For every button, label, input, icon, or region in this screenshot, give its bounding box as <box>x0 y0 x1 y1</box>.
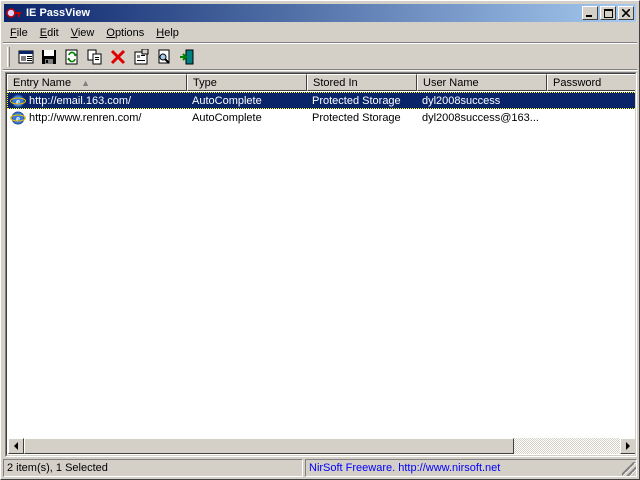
scroll-track[interactable] <box>24 438 620 454</box>
delete-button[interactable] <box>106 46 129 68</box>
copy-icon <box>87 49 101 65</box>
app-window: IE PassView File Edit View Options Help <box>0 0 640 480</box>
menu-separator <box>3 42 637 44</box>
save-button[interactable] <box>37 46 60 68</box>
menu-file[interactable]: File <box>4 24 34 42</box>
properties-button[interactable] <box>129 46 152 68</box>
toolbar-grip[interactable] <box>7 47 10 67</box>
column-header-password[interactable]: Password <box>547 74 635 91</box>
nirsoft-link[interactable]: NirSoft Freeware. http://www.nirsoft.net <box>305 459 637 477</box>
scroll-thumb[interactable] <box>24 438 514 454</box>
password-list[interactable]: Entry Name ▲ Type Stored In User Name Pa… <box>5 72 637 457</box>
arrow-left-icon <box>14 442 18 450</box>
menu-bar: File Edit View Options Help <box>4 24 185 42</box>
user-name-cell: dyl2008success@163... <box>422 111 539 124</box>
list-rows: e http://email.163.com/ AutoComplete Pro… <box>7 92 635 126</box>
refresh-button[interactable] <box>60 46 83 68</box>
minimize-button[interactable] <box>582 6 598 20</box>
user-name-cell: dyl2008success <box>422 94 501 107</box>
item-count-status: 2 item(s), 1 Selected <box>3 459 303 477</box>
resize-grip[interactable] <box>622 462 636 476</box>
menu-edit[interactable]: Edit <box>34 24 65 42</box>
exit-icon <box>179 49 193 65</box>
entry-name-cell: http://www.renren.com/ <box>29 111 142 124</box>
column-header-stored-in[interactable]: Stored In <box>307 74 417 91</box>
exit-button[interactable] <box>175 46 198 68</box>
table-row[interactable]: e http://www.renren.com/ AutoComplete Pr… <box>7 109 635 126</box>
properties-icon <box>134 49 148 65</box>
type-cell: AutoComplete <box>192 111 262 124</box>
list-header: Entry Name ▲ Type Stored In User Name Pa… <box>7 74 635 91</box>
window-title: IE PassView <box>26 7 91 19</box>
close-button[interactable] <box>618 6 634 20</box>
column-header-entry-name[interactable]: Entry Name ▲ <box>7 74 187 91</box>
toolbar-separator <box>3 69 637 71</box>
menu-help[interactable]: Help <box>150 24 185 42</box>
html-report-button[interactable] <box>14 46 37 68</box>
type-cell: AutoComplete <box>192 94 262 107</box>
scroll-left-button[interactable] <box>8 438 24 454</box>
title-bar[interactable]: IE PassView <box>4 4 636 22</box>
menu-options[interactable]: Options <box>100 24 150 42</box>
column-header-type[interactable]: Type <box>187 74 307 91</box>
table-row[interactable]: e http://email.163.com/ AutoComplete Pro… <box>7 92 635 109</box>
scroll-right-button[interactable] <box>620 438 635 454</box>
stored-in-cell: Protected Storage <box>312 111 401 124</box>
arrow-right-icon <box>626 442 630 450</box>
horizontal-scrollbar[interactable] <box>8 438 635 454</box>
maximize-button[interactable] <box>600 6 616 20</box>
sort-ascending-icon: ▲ <box>81 77 90 88</box>
find-button[interactable] <box>152 46 175 68</box>
column-header-user-name[interactable]: User Name <box>417 74 547 91</box>
copy-button[interactable] <box>83 46 106 68</box>
save-icon <box>41 50 56 64</box>
refresh-icon <box>65 49 77 65</box>
delete-icon <box>110 49 125 65</box>
stored-in-cell: Protected Storage <box>312 94 401 107</box>
ie-page-icon: e <box>10 94 26 107</box>
menu-view[interactable]: View <box>65 24 101 42</box>
toolbar <box>5 45 198 69</box>
status-bar: 2 item(s), 1 Selected NirSoft Freeware. … <box>3 459 637 477</box>
html-report-icon <box>18 50 33 64</box>
find-icon <box>158 49 170 64</box>
ie-page-icon: e <box>10 111 26 124</box>
app-key-icon <box>6 5 22 21</box>
entry-name-cell: http://email.163.com/ <box>29 94 132 107</box>
